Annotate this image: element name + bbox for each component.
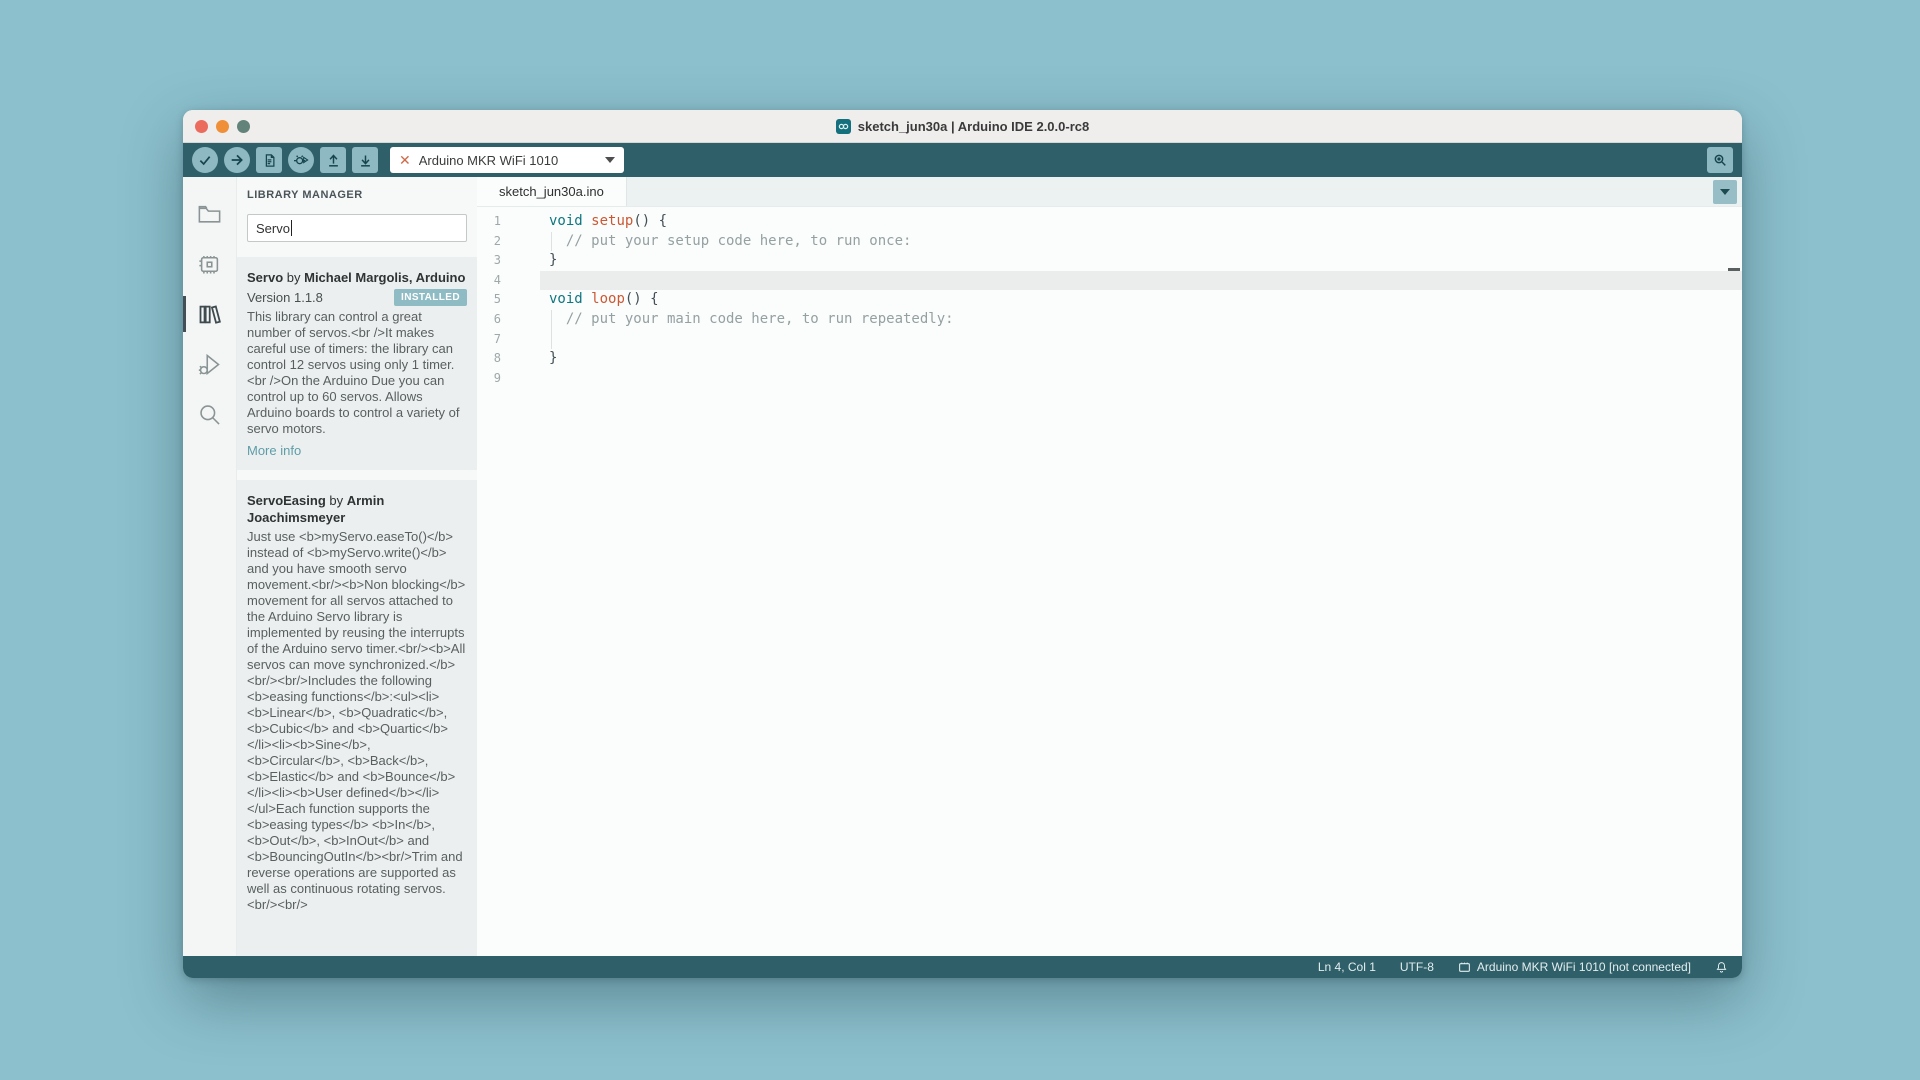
toolbar: ✕ Arduino MKR WiFi 1010 [183,143,1742,177]
check-icon [197,152,213,168]
titlebar-center: sketch_jun30a | Arduino IDE 2.0.0-rc8 [183,119,1742,134]
status-bar: Ln 4, Col 1 UTF-8 Arduino MKR WiFi 1010 … [183,956,1742,978]
bell-icon [1715,961,1728,974]
search-input-value: Servo [256,221,290,236]
cursor-position: Ln 4, Col 1 [1318,960,1376,974]
search-icon [196,401,223,428]
text-caret [291,220,292,236]
sidebar-item-search[interactable] [183,389,237,439]
debug-play-icon [196,351,223,378]
line-number: 7 [477,330,540,350]
board-status-label: Arduino MKR WiFi 1010 [not connected] [1477,960,1691,974]
line-number: 6 [477,310,540,330]
sidebar-item-library-manager[interactable] [183,289,237,339]
line-number: 5 [477,290,540,310]
library-entry-servoeasing[interactable]: ServoEasing by Armin Joachimsmeyer Just … [237,480,477,956]
traffic-lights [195,120,250,133]
chevron-down-icon [1720,189,1730,195]
code-line: 1void setup() { [477,212,1742,232]
code-lines: 1void setup() {2 // put your setup code … [477,212,1742,388]
overview-ruler-cursor-mark [1728,268,1740,271]
arrow-up-tray-icon [326,153,341,168]
import-button[interactable] [352,147,378,173]
close-button[interactable] [195,120,208,133]
sidebar-item-sketchbook[interactable] [183,189,237,239]
installed-badge: INSTALLED [394,289,467,306]
debug-button[interactable] [288,147,314,173]
minimize-button[interactable] [216,120,229,133]
board-selector-label: Arduino MKR WiFi 1010 [419,153,597,168]
new-sketch-button[interactable] [256,147,282,173]
tab-sketch-jun30a[interactable]: sketch_jun30a.ino [477,177,627,206]
titlebar: sketch_jun30a | Arduino IDE 2.0.0-rc8 [183,110,1742,143]
line-number: 3 [477,251,540,271]
arrow-right-icon [229,152,245,168]
document-icon [262,153,277,168]
code-line: 4 [477,271,1742,291]
board-status[interactable]: Arduino MKR WiFi 1010 [not connected] [1458,960,1691,974]
library-description: This library can control a great number … [247,309,467,437]
magnifier-icon [1712,152,1728,168]
code-line: 9 [477,369,1742,389]
tab-bar: sketch_jun30a.ino [477,177,1742,207]
code-line: 7 [477,330,1742,350]
arrow-down-tray-icon [358,153,373,168]
line-number: 4 [477,271,540,291]
line-number: 2 [477,232,540,252]
code-line: 6 // put your main code here, to run rep… [477,310,1742,330]
library-title: ServoEasing by Armin Joachimsmeyer [247,492,467,526]
app-icon [836,119,851,134]
code-line: 3} [477,251,1742,271]
line-number: 9 [477,369,540,389]
board-icon [1458,962,1471,973]
code-editor[interactable]: 1void setup() {2 // put your setup code … [477,207,1742,956]
sidebar-item-debug[interactable] [183,339,237,389]
activity-bar [183,177,237,956]
code-line: 5void loop() { [477,290,1742,310]
line-number: 8 [477,349,540,369]
desktop: { "window": { "title": "sketch_jun30a | … [0,0,1920,1080]
code-line: 2 // put your setup code here, to run on… [477,232,1742,252]
upload-button[interactable] [224,147,250,173]
tab-label: sketch_jun30a.ino [499,184,604,199]
folder-icon [196,201,223,228]
line-number: 1 [477,212,540,232]
library-entry-servo[interactable]: Servo by Michael Margolis, Arduino Versi… [237,257,477,470]
books-icon [196,301,223,328]
notifications-button[interactable] [1715,961,1728,974]
encoding: UTF-8 [1400,960,1434,974]
verify-button[interactable] [192,147,218,173]
window-title: sketch_jun30a | Arduino IDE 2.0.0-rc8 [858,119,1089,134]
editor-dropdown-button[interactable] [1713,180,1737,204]
sidebar-item-boards-manager[interactable] [183,239,237,289]
panel-title: LIBRARY MANAGER [247,189,477,201]
more-info-link[interactable]: More info [247,443,467,458]
library-search-input[interactable]: Servo [247,214,467,242]
board-disconnected-icon: ✕ [399,153,411,167]
main-area: LIBRARY MANAGER Servo Servo by Michael M… [183,177,1742,956]
export-button[interactable] [320,147,346,173]
arduino-ide-window: sketch_jun30a | Arduino IDE 2.0.0-rc8 [183,110,1742,978]
serial-monitor-button[interactable] [1707,147,1733,173]
bug-icon [293,152,309,168]
library-version: Version 1.1.8 [247,290,323,305]
library-title: Servo by Michael Margolis, Arduino [247,269,467,286]
library-description: Just use <b>myServo.easeTo()</b> instead… [247,529,467,913]
chevron-down-icon [605,157,615,163]
chip-icon [196,251,223,278]
library-manager-panel: LIBRARY MANAGER Servo Servo by Michael M… [237,177,477,956]
zoom-button[interactable] [237,120,250,133]
editor-group: sketch_jun30a.ino 1void setup() {2 // pu… [477,177,1742,956]
board-selector[interactable]: ✕ Arduino MKR WiFi 1010 [390,147,624,173]
code-line: 8} [477,349,1742,369]
